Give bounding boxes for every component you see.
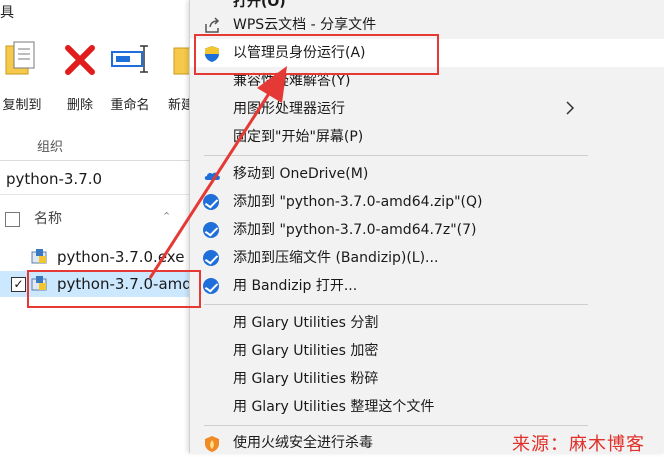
bandizip-icon [203,222,221,240]
menu-item-label: 以管理员身份运行(A) [233,45,366,61]
menu-item-label: 兼容性疑难解答(Y) [233,73,351,89]
folder-icon [173,47,190,75]
installer-icon [31,249,47,264]
onedrive-icon [204,172,220,180]
menu-item-label: 用图形处理器运行 [233,101,345,117]
menu-item-glary-defrag[interactable]: 用 Glary Utilities 整理这个文件 [190,393,664,421]
menu-item-label: 用 Glary Utilities 分割 [233,315,379,331]
file-row[interactable]: python-3.7.0.exe [0,244,200,270]
file-name: python-3.7.0-amd64.zip [57,275,200,293]
menu-item-label: 用 Bandizip 打开... [233,278,358,294]
new-folder-label: 新建文件夹 [168,98,190,113]
uac-shield-icon [205,46,219,62]
ribbon-tab-label[interactable]: 具 [0,2,14,22]
column-header: 名称 ⌃ [0,205,200,233]
copy-to-icon [5,41,35,75]
sort-up-icon: ⌃ [162,210,172,223]
new-folder-button[interactable]: 新建文件夹 [168,40,190,113]
delete-button[interactable]: 删除 [60,40,100,113]
menu-item-add-to-archive[interactable]: 添加到压缩文件 (Bandizip)(L)... [190,244,664,272]
select-all-checkbox[interactable] [5,212,20,227]
menu-separator [204,304,588,305]
menu-item-run-with-gpu[interactable]: 用图形处理器运行 [190,95,664,123]
column-name-header[interactable]: 名称 [34,205,62,233]
file-row-selected[interactable]: ✓ python-3.7.0-amd64.zip [0,271,200,297]
installer-icon [31,276,47,291]
menu-item-label: 添加到压缩文件 (Bandizip)(L)... [233,250,439,266]
copy-to-label: 复制到 [2,98,42,113]
menu-separator [204,425,588,426]
rename-icon [111,45,148,73]
rename-button[interactable]: 重命名 [104,40,156,113]
chevron-right-icon [566,101,575,115]
menu-item-glary-split[interactable]: 用 Glary Utilities 分割 [190,309,664,337]
menu-item-label: 添加到 "python-3.7.0-amd64.zip"(Q) [233,194,483,210]
menu-item-glary-shred[interactable]: 用 Glary Utilities 粉碎 [190,365,664,393]
menu-item-run-as-admin[interactable]: 以管理员身份运行(A) [190,39,664,67]
menu-item-pin-to-start[interactable]: 固定到"开始"屏幕(P) [190,123,664,151]
huorong-icon [205,436,219,452]
menu-item-compat-troubleshoot[interactable]: 兼容性疑难解答(Y) [190,67,664,95]
menu-item-add-to-7z[interactable]: 添加到 "python-3.7.0-amd64.7z"(7) [190,216,664,244]
address-bar[interactable]: python-3.7.0 [0,163,200,195]
bandizip-icon [203,194,221,212]
menu-item-wps-share[interactable]: WPS云文档 - 分享文件 [190,11,664,39]
row-checkbox[interactable]: ✓ [11,277,26,292]
menu-item-add-to-zip[interactable]: 添加到 "python-3.7.0-amd64.zip"(Q) [190,188,664,216]
menu-item-label: 用 Glary Utilities 整理这个文件 [233,399,435,415]
file-name: python-3.7.0.exe [57,248,185,266]
rename-label: 重命名 [110,98,150,113]
menu-item-move-to-onedrive[interactable]: 移动到 OneDrive(M) [190,160,664,188]
menu-item-open-with-bandizip[interactable]: 用 Bandizip 打开... [190,272,664,300]
share-icon [205,17,220,33]
bandizip-icon [203,278,221,296]
menu-separator [204,155,588,156]
menu-item-label: 用 Glary Utilities 加密 [233,343,379,359]
copy-to-button[interactable]: 复制到 [0,40,44,113]
ribbon-group-label: 组织 [37,140,64,155]
bandizip-icon [203,250,221,268]
menu-item-glary-encrypt[interactable]: 用 Glary Utilities 加密 [190,337,664,365]
menu-item-label: 添加到 "python-3.7.0-amd64.7z"(7) [233,222,477,238]
menu-item-label: 固定到"开始"屏幕(P) [233,129,364,145]
menu-item-label: 移动到 OneDrive(M) [233,166,369,182]
menu-item-label: 用 Glary Utilities 粉碎 [233,371,379,387]
menu-item-label: WPS云文档 - 分享文件 [233,17,377,33]
delete-label: 删除 [66,98,93,113]
delete-icon [65,45,95,75]
watermark: 来源：麻木博客 [512,434,645,455]
context-menu: 打开(O) WPS云文档 - 分享文件 以管理员身份运行(A) 兼容性疑难解答(… [189,0,664,453]
